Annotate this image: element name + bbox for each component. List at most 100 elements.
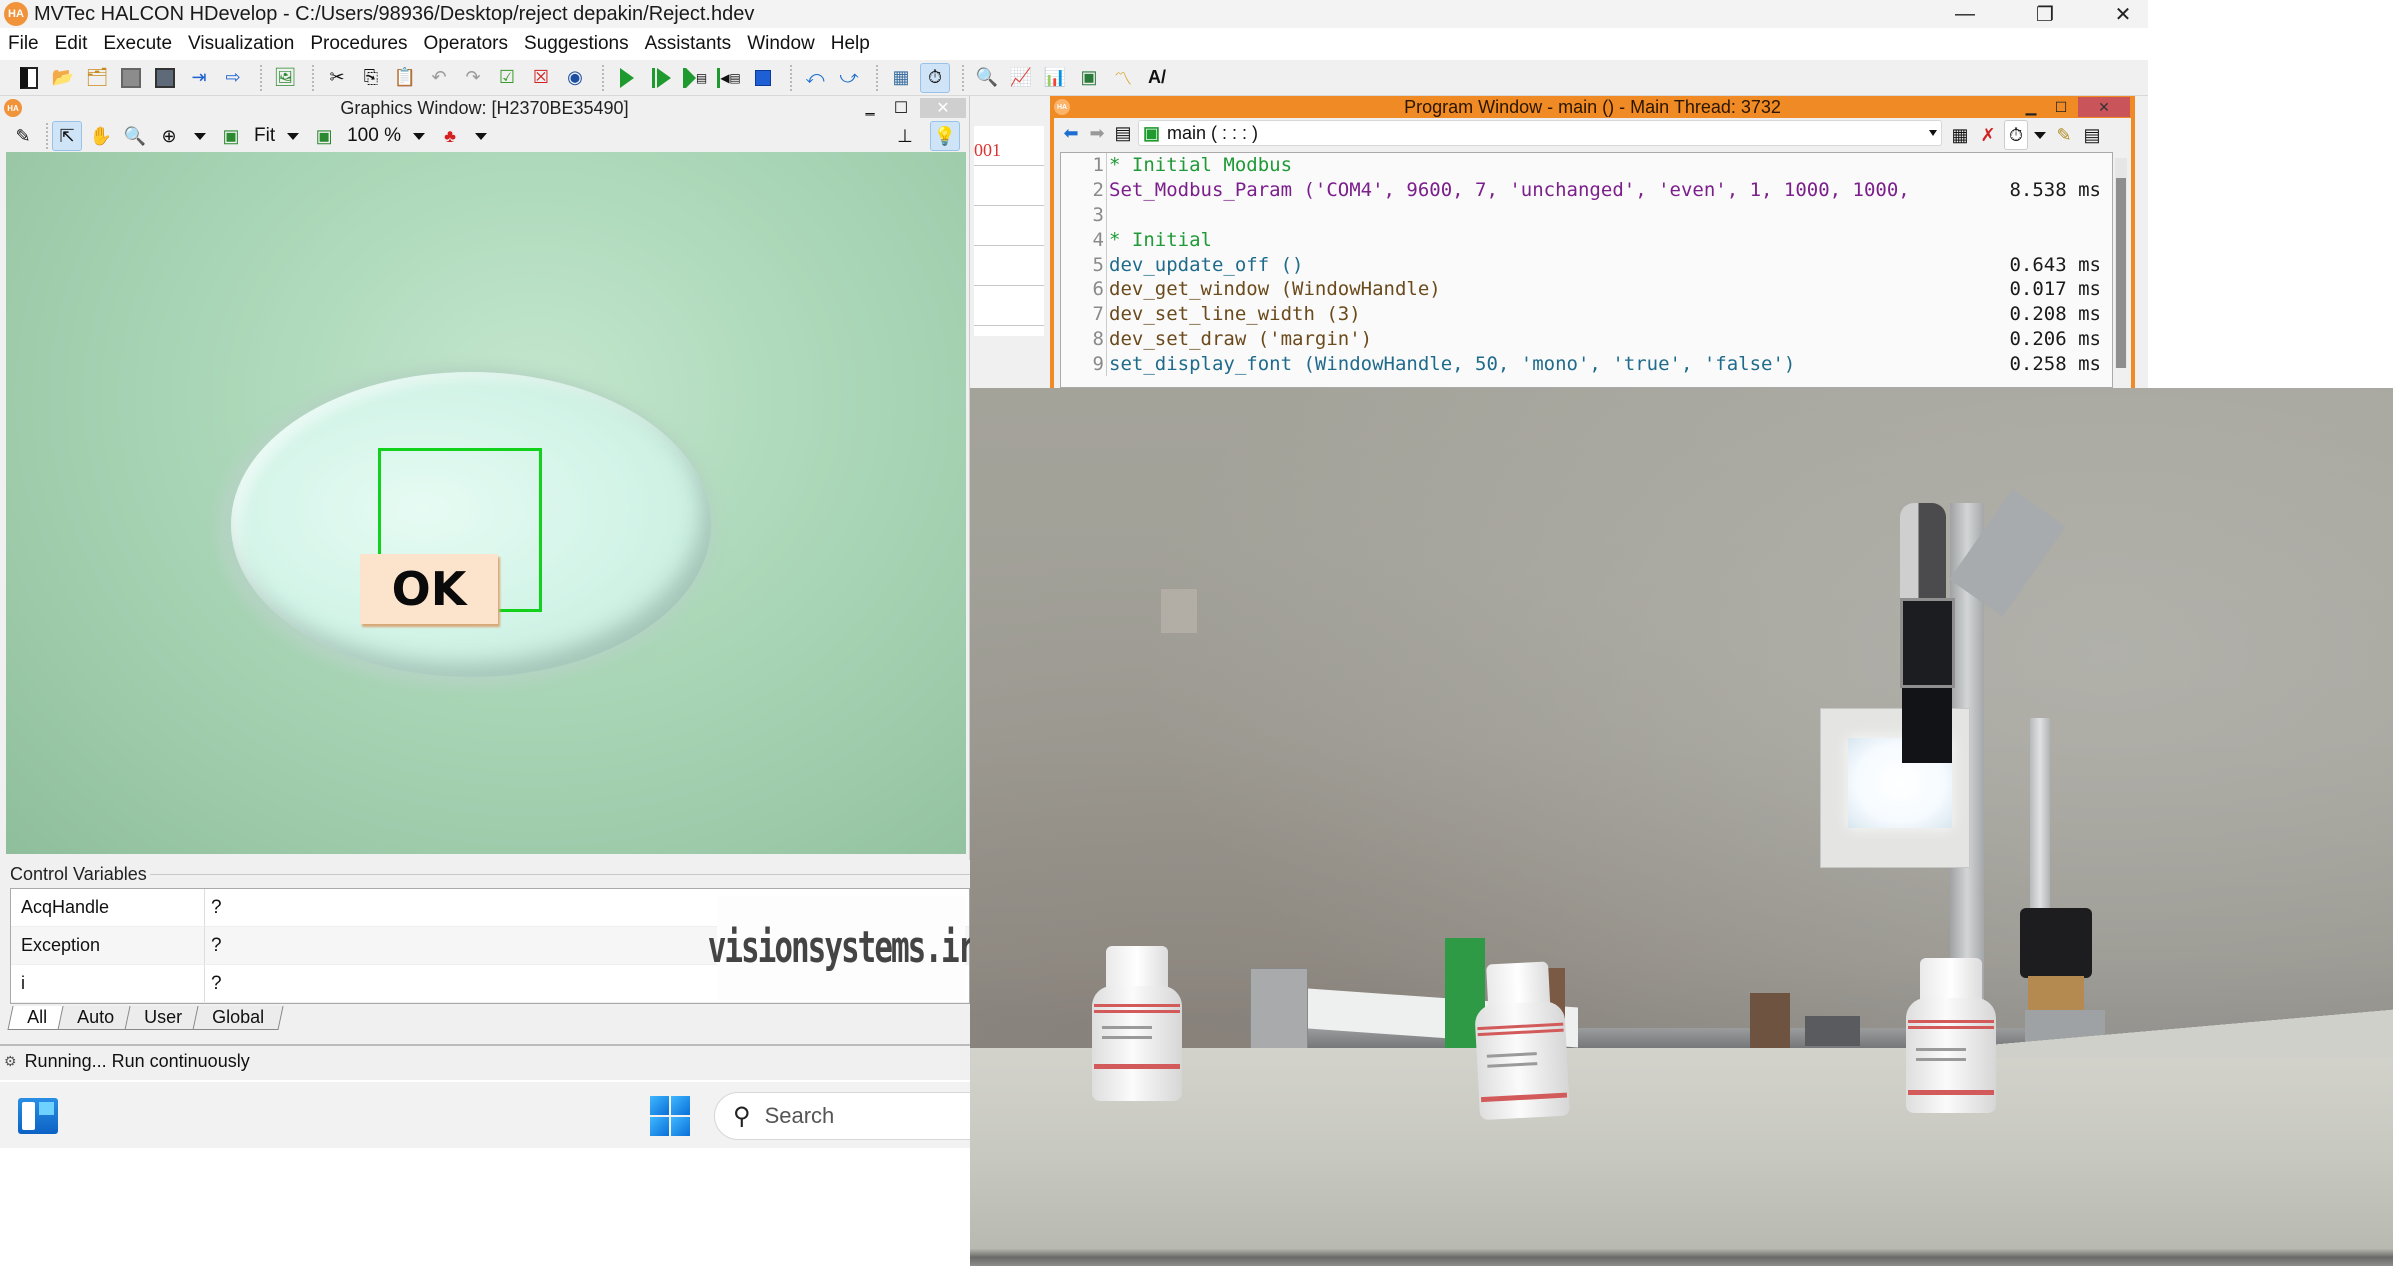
line-profile-icon[interactable]: 📊 xyxy=(1040,63,1070,93)
menu-visualization[interactable]: Visualization xyxy=(188,33,294,55)
open-example-icon[interactable]: 🗂 xyxy=(82,63,112,93)
tab-auto[interactable]: Auto xyxy=(57,1006,134,1030)
code-line[interactable]: 9 set_display_font (WindowHandle, 50, 'm… xyxy=(1061,351,2112,377)
feature-inspection-icon[interactable]: ▣ xyxy=(1074,63,1104,93)
zoom-level-icon[interactable]: ▣ xyxy=(309,121,339,151)
zoom-level-label[interactable]: 100 % xyxy=(347,125,401,147)
back-arrow-icon[interactable]: ⬅ xyxy=(1060,118,1082,148)
gray-histogram-icon[interactable]: 〽 xyxy=(1108,63,1138,93)
graphics-canvas[interactable]: OK xyxy=(6,152,966,854)
stop-icon[interactable] xyxy=(748,63,778,93)
open-program-icon[interactable]: 📂 xyxy=(48,63,78,93)
magnify-tool-icon[interactable]: 🔍 xyxy=(120,121,150,151)
pan-tool-icon[interactable]: ✋ xyxy=(86,121,116,151)
save-icon[interactable] xyxy=(116,63,146,93)
graphics-close-button[interactable]: ✕ xyxy=(920,98,966,118)
color-tool-icon[interactable]: ♣ xyxy=(435,121,465,151)
menu-help[interactable]: Help xyxy=(831,33,870,55)
deactivate-line-icon[interactable]: ☒ xyxy=(526,63,556,93)
3d-axes-icon[interactable]: ⊥ xyxy=(890,121,920,151)
code-line[interactable]: 7 dev_set_line_width (3) 0.208 ms xyxy=(1061,301,2112,327)
cut-icon[interactable]: ✂ xyxy=(322,63,352,93)
graphics-minimize-button[interactable]: ‗ xyxy=(860,98,880,118)
code-line[interactable]: 6 dev_get_window (WindowHandle) 0.017 ms xyxy=(1061,276,2112,302)
insert-procedure-icon[interactable]: ⇥ xyxy=(184,63,214,93)
code-line[interactable]: 5 dev_update_off () 0.643 ms xyxy=(1061,252,2112,277)
pointer-tool-icon[interactable]: ⇱ xyxy=(52,121,82,151)
menu-execute[interactable]: Execute xyxy=(103,33,172,55)
edit-tools-icon[interactable]: ✎ xyxy=(2052,120,2076,150)
export-procedure-icon[interactable]: ⇨ xyxy=(218,63,248,93)
fit-label[interactable]: Fit xyxy=(254,125,275,147)
procedure-selector[interactable]: ▣ main ( : : : ) xyxy=(1138,120,1942,146)
minimize-button[interactable]: — xyxy=(1930,0,2000,28)
code-line[interactable]: 8 dev_set_draw ('margin') 0.206 ms xyxy=(1061,326,2112,352)
windows-start-icon[interactable] xyxy=(650,1096,690,1136)
image-acquisition-icon[interactable]: 🖼 xyxy=(270,63,300,93)
menu-edit[interactable]: Edit xyxy=(55,33,88,55)
procedure-list-icon[interactable]: ▦ xyxy=(1948,120,1972,150)
undo-icon[interactable]: ↶ xyxy=(424,63,454,93)
program-tools: ▦ ✗ ⏱ ✎ ▤ xyxy=(1948,120,2108,150)
fit-dropdown[interactable] xyxy=(287,132,300,140)
step-into-icon[interactable]: ▤ xyxy=(680,63,710,93)
copy-icon[interactable]: ⎘ xyxy=(356,63,386,93)
line-number: 3 xyxy=(1061,202,1107,228)
tab-user[interactable]: User xyxy=(124,1006,202,1030)
restore-button[interactable]: ❐ xyxy=(2010,0,2080,28)
code-line[interactable]: 3 xyxy=(1061,202,2112,228)
find-icon[interactable]: ◉ xyxy=(560,63,590,93)
timer-icon[interactable]: ⏱ xyxy=(920,62,950,93)
solenoid-valve xyxy=(2020,908,2092,978)
graphics-settings-icon[interactable]: ✎ xyxy=(8,121,38,151)
menu-file[interactable]: File xyxy=(8,33,39,55)
histogram-icon[interactable]: 📈 xyxy=(1006,63,1036,93)
color-tool-dropdown[interactable] xyxy=(474,132,487,140)
run-icon[interactable] xyxy=(612,63,642,93)
step-over-icon[interactable] xyxy=(646,63,676,93)
zoom-tool-icon[interactable]: ⊕ xyxy=(154,121,184,151)
code-editor[interactable]: 1 * Initial Modbus 2 Set_Modbus_Param ('… xyxy=(1060,152,2113,388)
timer-dropdown[interactable] xyxy=(2034,131,2046,139)
widgets-icon[interactable] xyxy=(18,1098,58,1134)
reset-program-icon[interactable]: ⤺ xyxy=(800,63,830,93)
profiler-icon[interactable]: ▦ xyxy=(886,63,916,93)
close-button[interactable]: ✕ xyxy=(2088,0,2158,28)
procedure-interface-icon[interactable]: ▤ xyxy=(1112,118,1134,148)
code-scrollbar[interactable] xyxy=(2115,158,2127,368)
lightbulb-icon[interactable]: 💡 xyxy=(930,121,960,151)
activate-line-icon[interactable]: ☑ xyxy=(492,63,522,93)
tab-global[interactable]: Global xyxy=(192,1006,284,1030)
menu-procedures[interactable]: Procedures xyxy=(310,33,407,55)
redo-icon[interactable]: ↷ xyxy=(458,63,488,93)
line-numbers-icon[interactable]: ▤ xyxy=(2080,120,2104,150)
save-all-icon[interactable] xyxy=(150,63,180,93)
variable-value: ? xyxy=(211,896,222,918)
fit-window-icon[interactable]: ▣ xyxy=(216,121,246,151)
code-line[interactable]: 4 * Initial xyxy=(1061,227,2112,253)
program-minimize-button[interactable]: ▁ xyxy=(2016,97,2046,117)
ocr-icon[interactable]: A/ xyxy=(1142,63,1172,93)
graphics-maximize-button[interactable]: ☐ xyxy=(890,98,912,118)
paste-icon[interactable]: 📋 xyxy=(390,63,420,93)
taskbar-search[interactable]: ⚲ Search xyxy=(714,1092,974,1140)
code-line[interactable]: 2 Set_Modbus_Param ('COM4', 9600, 7, 'un… xyxy=(1061,177,2112,203)
zoom-tool-dropdown[interactable] xyxy=(194,132,206,140)
inspect-icon[interactable]: 🔍 xyxy=(972,63,1002,93)
program-close-button[interactable]: ✕ xyxy=(2078,97,2130,117)
menu-window[interactable]: Window xyxy=(747,33,815,55)
clear-breakpoints-icon[interactable]: ✗ xyxy=(1976,120,2000,150)
tab-label: User xyxy=(144,1007,183,1027)
scrollbar-thumb[interactable] xyxy=(2116,178,2126,368)
menu-operators[interactable]: Operators xyxy=(424,33,508,55)
program-maximize-button[interactable]: ☐ xyxy=(2046,97,2076,117)
menu-assistants[interactable]: Assistants xyxy=(645,33,732,55)
step-out-icon[interactable]: ◀▤ xyxy=(714,63,744,93)
new-program-icon[interactable] xyxy=(14,63,44,93)
forward-arrow-icon[interactable]: ➡ xyxy=(1086,118,1108,148)
timer-toggle-icon[interactable]: ⏱ xyxy=(2004,120,2028,150)
zoom-level-dropdown[interactable] xyxy=(412,132,425,140)
reset-procedure-icon[interactable]: ⤻ xyxy=(834,63,864,93)
code-line[interactable]: 1 * Initial Modbus xyxy=(1061,153,2112,178)
menu-suggestions[interactable]: Suggestions xyxy=(524,33,629,55)
